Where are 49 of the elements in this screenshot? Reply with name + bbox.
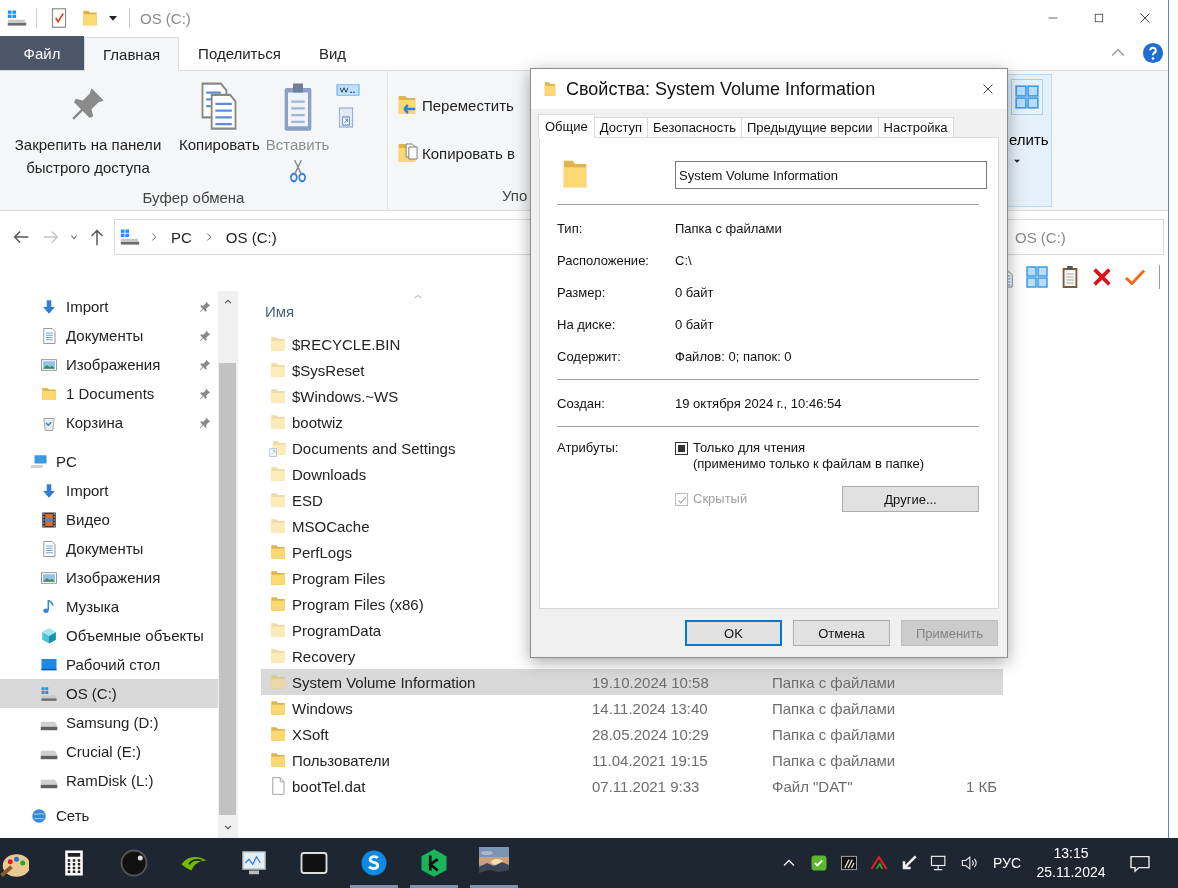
file-date: 28.05.2024 10:29 bbox=[592, 725, 710, 743]
file-type: Папка с файлами bbox=[772, 699, 897, 717]
file-type: Папка с файлами bbox=[772, 725, 897, 743]
window-title: OS (C:) bbox=[140, 9, 191, 27]
file-date: 07.11.2021 9:33 bbox=[592, 777, 701, 795]
property-label: Тип: bbox=[557, 220, 584, 236]
file-name: Documents and Settings bbox=[292, 439, 456, 457]
checkbox-label: Только для чтения bbox=[693, 440, 807, 456]
property-value: Файлов: 0; папок: 0 bbox=[675, 348, 792, 364]
file-name: Recovery bbox=[292, 647, 356, 665]
file-name: bootwiz bbox=[292, 413, 343, 431]
file-name: ProgramData bbox=[292, 621, 382, 639]
dialog-title: Свойства: System Volume Information bbox=[566, 78, 876, 100]
file-type: Файл "DAT" bbox=[772, 777, 854, 795]
file-date: 11.04.2021 19:15 bbox=[592, 751, 709, 769]
property-label: Создан: bbox=[557, 395, 606, 411]
property-label: Размер: bbox=[557, 284, 607, 300]
file-type: Папка с файлами bbox=[772, 673, 897, 691]
file-name: Windows bbox=[292, 699, 353, 717]
file-name: PerfLogs bbox=[292, 543, 353, 561]
file-name: System Volume Information bbox=[292, 673, 476, 691]
file-name: Program Files bbox=[292, 569, 386, 587]
property-label: Содержит: bbox=[557, 348, 622, 364]
file-name: ESD bbox=[292, 491, 323, 509]
file-type: Папка с файлами bbox=[772, 751, 897, 769]
checkbox-label: Скрытый bbox=[693, 491, 748, 507]
file-name: Program Files (x86) bbox=[292, 595, 424, 613]
file-size: 1 КБ bbox=[964, 777, 997, 795]
file-name: bootTel.dat bbox=[292, 777, 366, 795]
file-date: 14.11.2024 13:40 bbox=[592, 699, 709, 717]
property-label: Атрибуты: bbox=[557, 440, 620, 457]
file-name: Пользователи bbox=[292, 751, 390, 769]
property-value: 19 октября 2024 г., 10:46:54 bbox=[675, 395, 842, 411]
file-name: MSOCache bbox=[292, 517, 370, 535]
group-label: Буфер обмена bbox=[141, 187, 246, 208]
file-name: $Windows.~WS bbox=[292, 387, 399, 405]
property-value: C:\ bbox=[675, 252, 692, 268]
file-name: $RECYCLE.BIN bbox=[292, 335, 401, 353]
property-label: На диске: bbox=[557, 316, 617, 332]
file-date: 19.10.2024 10:58 bbox=[592, 673, 710, 691]
file-name: $SysReset bbox=[292, 361, 365, 379]
property-value: 0 байт bbox=[675, 284, 714, 300]
checkbox-note: (применимо только к файлам в папке) bbox=[693, 456, 925, 472]
property-label: Расположение: bbox=[557, 252, 650, 268]
property-value: 0 байт bbox=[675, 316, 714, 332]
property-value: Папка с файлами bbox=[675, 220, 782, 236]
file-name: Downloads bbox=[292, 465, 367, 483]
group-label: Упо bbox=[502, 186, 528, 204]
file-name: XSoft bbox=[292, 725, 329, 743]
